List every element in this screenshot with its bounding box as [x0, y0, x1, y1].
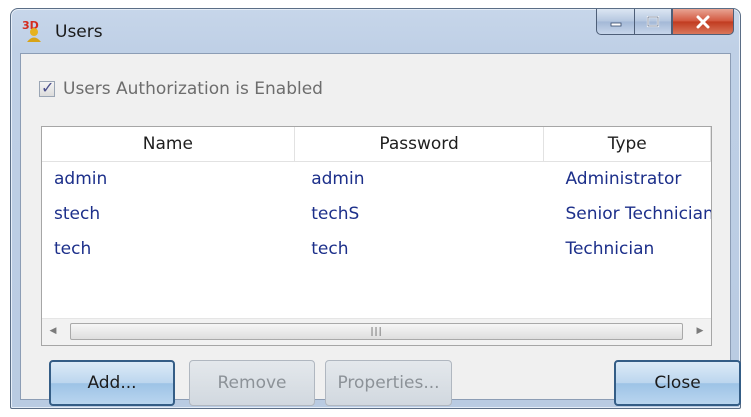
list-header: Name Password Type — [42, 127, 711, 162]
cell-type: Senior Technician — [565, 203, 711, 224]
scroll-left-arrow-icon[interactable]: ◀ — [48, 326, 58, 336]
cell-password: techS — [311, 203, 360, 224]
dialog-client-area: ✓ Users Authorization is Enabled Name Pa… — [20, 53, 741, 406]
cell-password: admin — [311, 168, 365, 189]
users-dialog: 3D Users ✓ Users Authorization is Enable… — [10, 8, 741, 409]
cell-name: tech — [54, 238, 92, 259]
checkmark-icon: ✓ — [41, 78, 55, 97]
auth-enabled-label: Users Authorization is Enabled — [63, 79, 323, 99]
cell-password: tech — [311, 238, 349, 259]
remove-button[interactable]: Remove — [189, 360, 315, 406]
close-button[interactable]: Close — [614, 360, 741, 406]
add-button[interactable]: Add... — [49, 360, 175, 406]
close-icon[interactable] — [672, 9, 734, 35]
cell-name: stech — [54, 203, 101, 224]
scroll-right-arrow-icon[interactable]: ▶ — [695, 326, 705, 336]
horizontal-scrollbar[interactable]: ◀ ||| ▶ — [42, 318, 711, 345]
3d-app-icon: 3D — [22, 19, 41, 42]
table-row[interactable]: stech techS Senior Technician — [42, 196, 711, 231]
column-header-name[interactable]: Name — [42, 127, 295, 161]
cell-type: Technician — [565, 238, 655, 259]
scroll-thumb[interactable]: ||| — [70, 323, 683, 340]
column-header-type[interactable]: Type — [544, 127, 711, 161]
properties-button[interactable]: Properties... — [325, 360, 452, 406]
cell-name: admin — [54, 168, 108, 189]
list-body: admin admin Administrator stech techS Se… — [42, 161, 711, 266]
maximize-icon[interactable] — [634, 9, 672, 35]
users-list[interactable]: Name Password Type admin admin Administr… — [41, 126, 712, 346]
cell-type: Administrator — [565, 168, 682, 189]
column-header-password[interactable]: Password — [295, 127, 545, 161]
window-title: Users — [55, 22, 103, 42]
table-row[interactable]: admin admin Administrator — [42, 161, 711, 196]
caption-buttons — [596, 9, 734, 35]
grip-icon: ||| — [370, 327, 383, 337]
table-row[interactable]: tech tech Technician — [42, 231, 711, 266]
minimize-icon[interactable] — [596, 9, 634, 35]
auth-enabled-checkbox-row[interactable]: ✓ Users Authorization is Enabled — [39, 78, 323, 99]
auth-enabled-checkbox[interactable]: ✓ — [39, 78, 55, 97]
title-bar[interactable]: 3D Users — [11, 9, 740, 53]
